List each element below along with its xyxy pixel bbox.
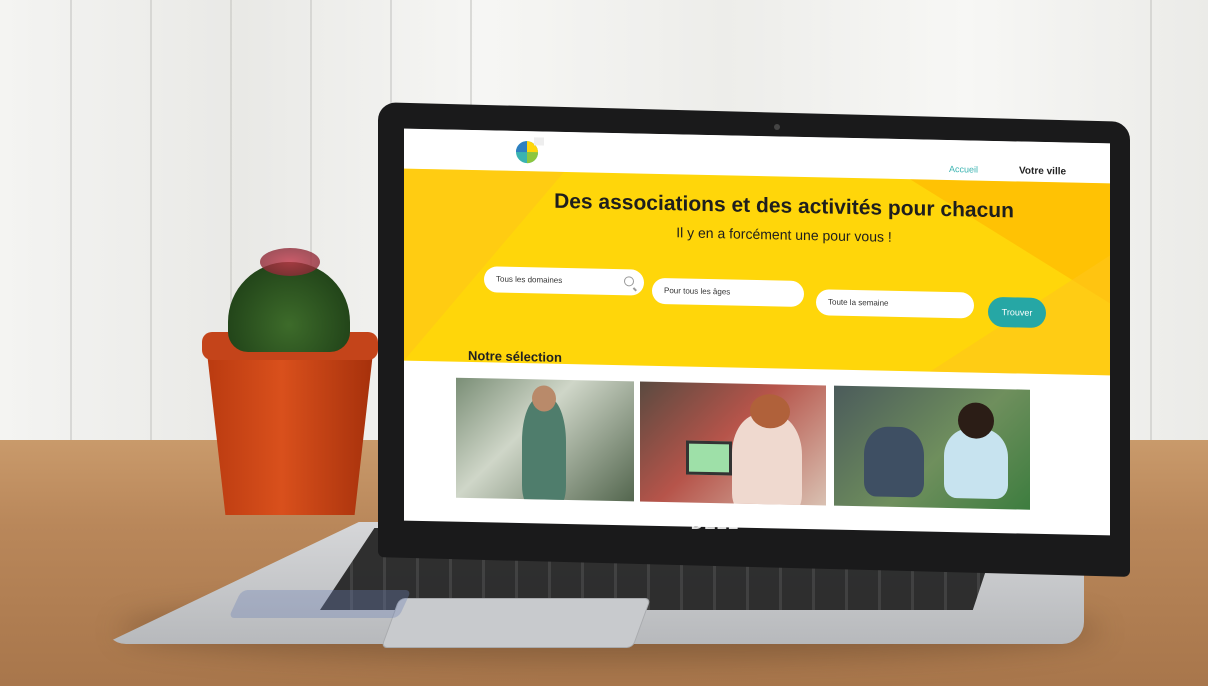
search-icon	[624, 276, 634, 287]
domain-search-input[interactable]: Tous les domaines	[484, 266, 644, 296]
blind-slat	[1150, 0, 1152, 470]
domain-search-placeholder: Tous les domaines	[496, 274, 563, 285]
blind-slat	[150, 0, 152, 470]
cactus-flower	[260, 248, 320, 276]
person-head	[750, 393, 790, 429]
laptop-screen: Accueil Votre ville Des associations et …	[404, 128, 1110, 536]
laptop-sticker	[228, 590, 412, 618]
man-with-phone-photo	[522, 397, 566, 502]
selection-card-photo[interactable]	[456, 377, 634, 502]
child-figure	[944, 427, 1008, 500]
nav-link-home[interactable]: Accueil	[949, 164, 978, 175]
person-head	[532, 385, 556, 412]
laptop-touchpad	[380, 598, 652, 648]
person-head	[958, 402, 994, 439]
week-select[interactable]: Toute la semaine	[816, 289, 974, 319]
age-select[interactable]: Pour tous les âges	[652, 277, 804, 307]
selection-title: Notre sélection	[468, 347, 562, 365]
children-on-grass-photo	[864, 426, 924, 498]
hero-banner: Des associations et des activités pour c…	[404, 168, 1110, 376]
flower-pot	[205, 335, 375, 515]
selection-card-photo[interactable]	[834, 385, 1030, 510]
webcam-icon	[774, 124, 780, 130]
find-button[interactable]: Trouver	[988, 296, 1046, 329]
nav-link-city[interactable]: Votre ville	[1019, 165, 1066, 177]
blind-slat	[70, 0, 72, 470]
age-select-placeholder: Pour tous les âges	[664, 286, 731, 297]
week-select-placeholder: Toute la semaine	[828, 297, 889, 308]
site-logo-icon[interactable]	[512, 135, 546, 166]
selection-card-photo[interactable]	[640, 381, 826, 506]
laptop-image	[686, 440, 732, 476]
